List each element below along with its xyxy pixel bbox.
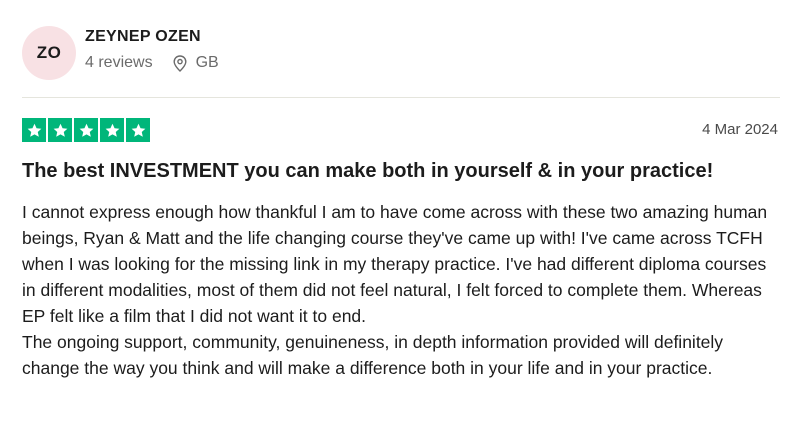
review-date: 4 Mar 2024 [702,121,778,138]
star-icon [48,118,72,142]
star-icon [126,118,150,142]
reviewer-meta: 4 reviews GB [85,54,219,72]
review-paragraph: I cannot express enough how thankful I a… [22,202,768,326]
divider [22,97,780,98]
location-pin-icon [173,54,189,72]
star-icon [100,118,124,142]
review-count: 4 reviews [85,54,153,71]
reviewer-name[interactable]: ZEYNEP OZEN [85,28,201,46]
review-paragraph: The ongoing support, community, genuinen… [22,332,724,378]
star-icon [22,118,46,142]
star-icon [74,118,98,142]
star-rating [22,118,150,142]
reviewer-country: GB [195,54,219,71]
reviewer-header: ZO ZEYNEP OZEN 4 reviews GB [22,24,782,80]
avatar[interactable]: ZO [22,26,76,80]
review-body: I cannot express enough how thankful I a… [22,199,782,381]
review-title[interactable]: The best INVESTMENT you can make both in… [22,160,782,183]
